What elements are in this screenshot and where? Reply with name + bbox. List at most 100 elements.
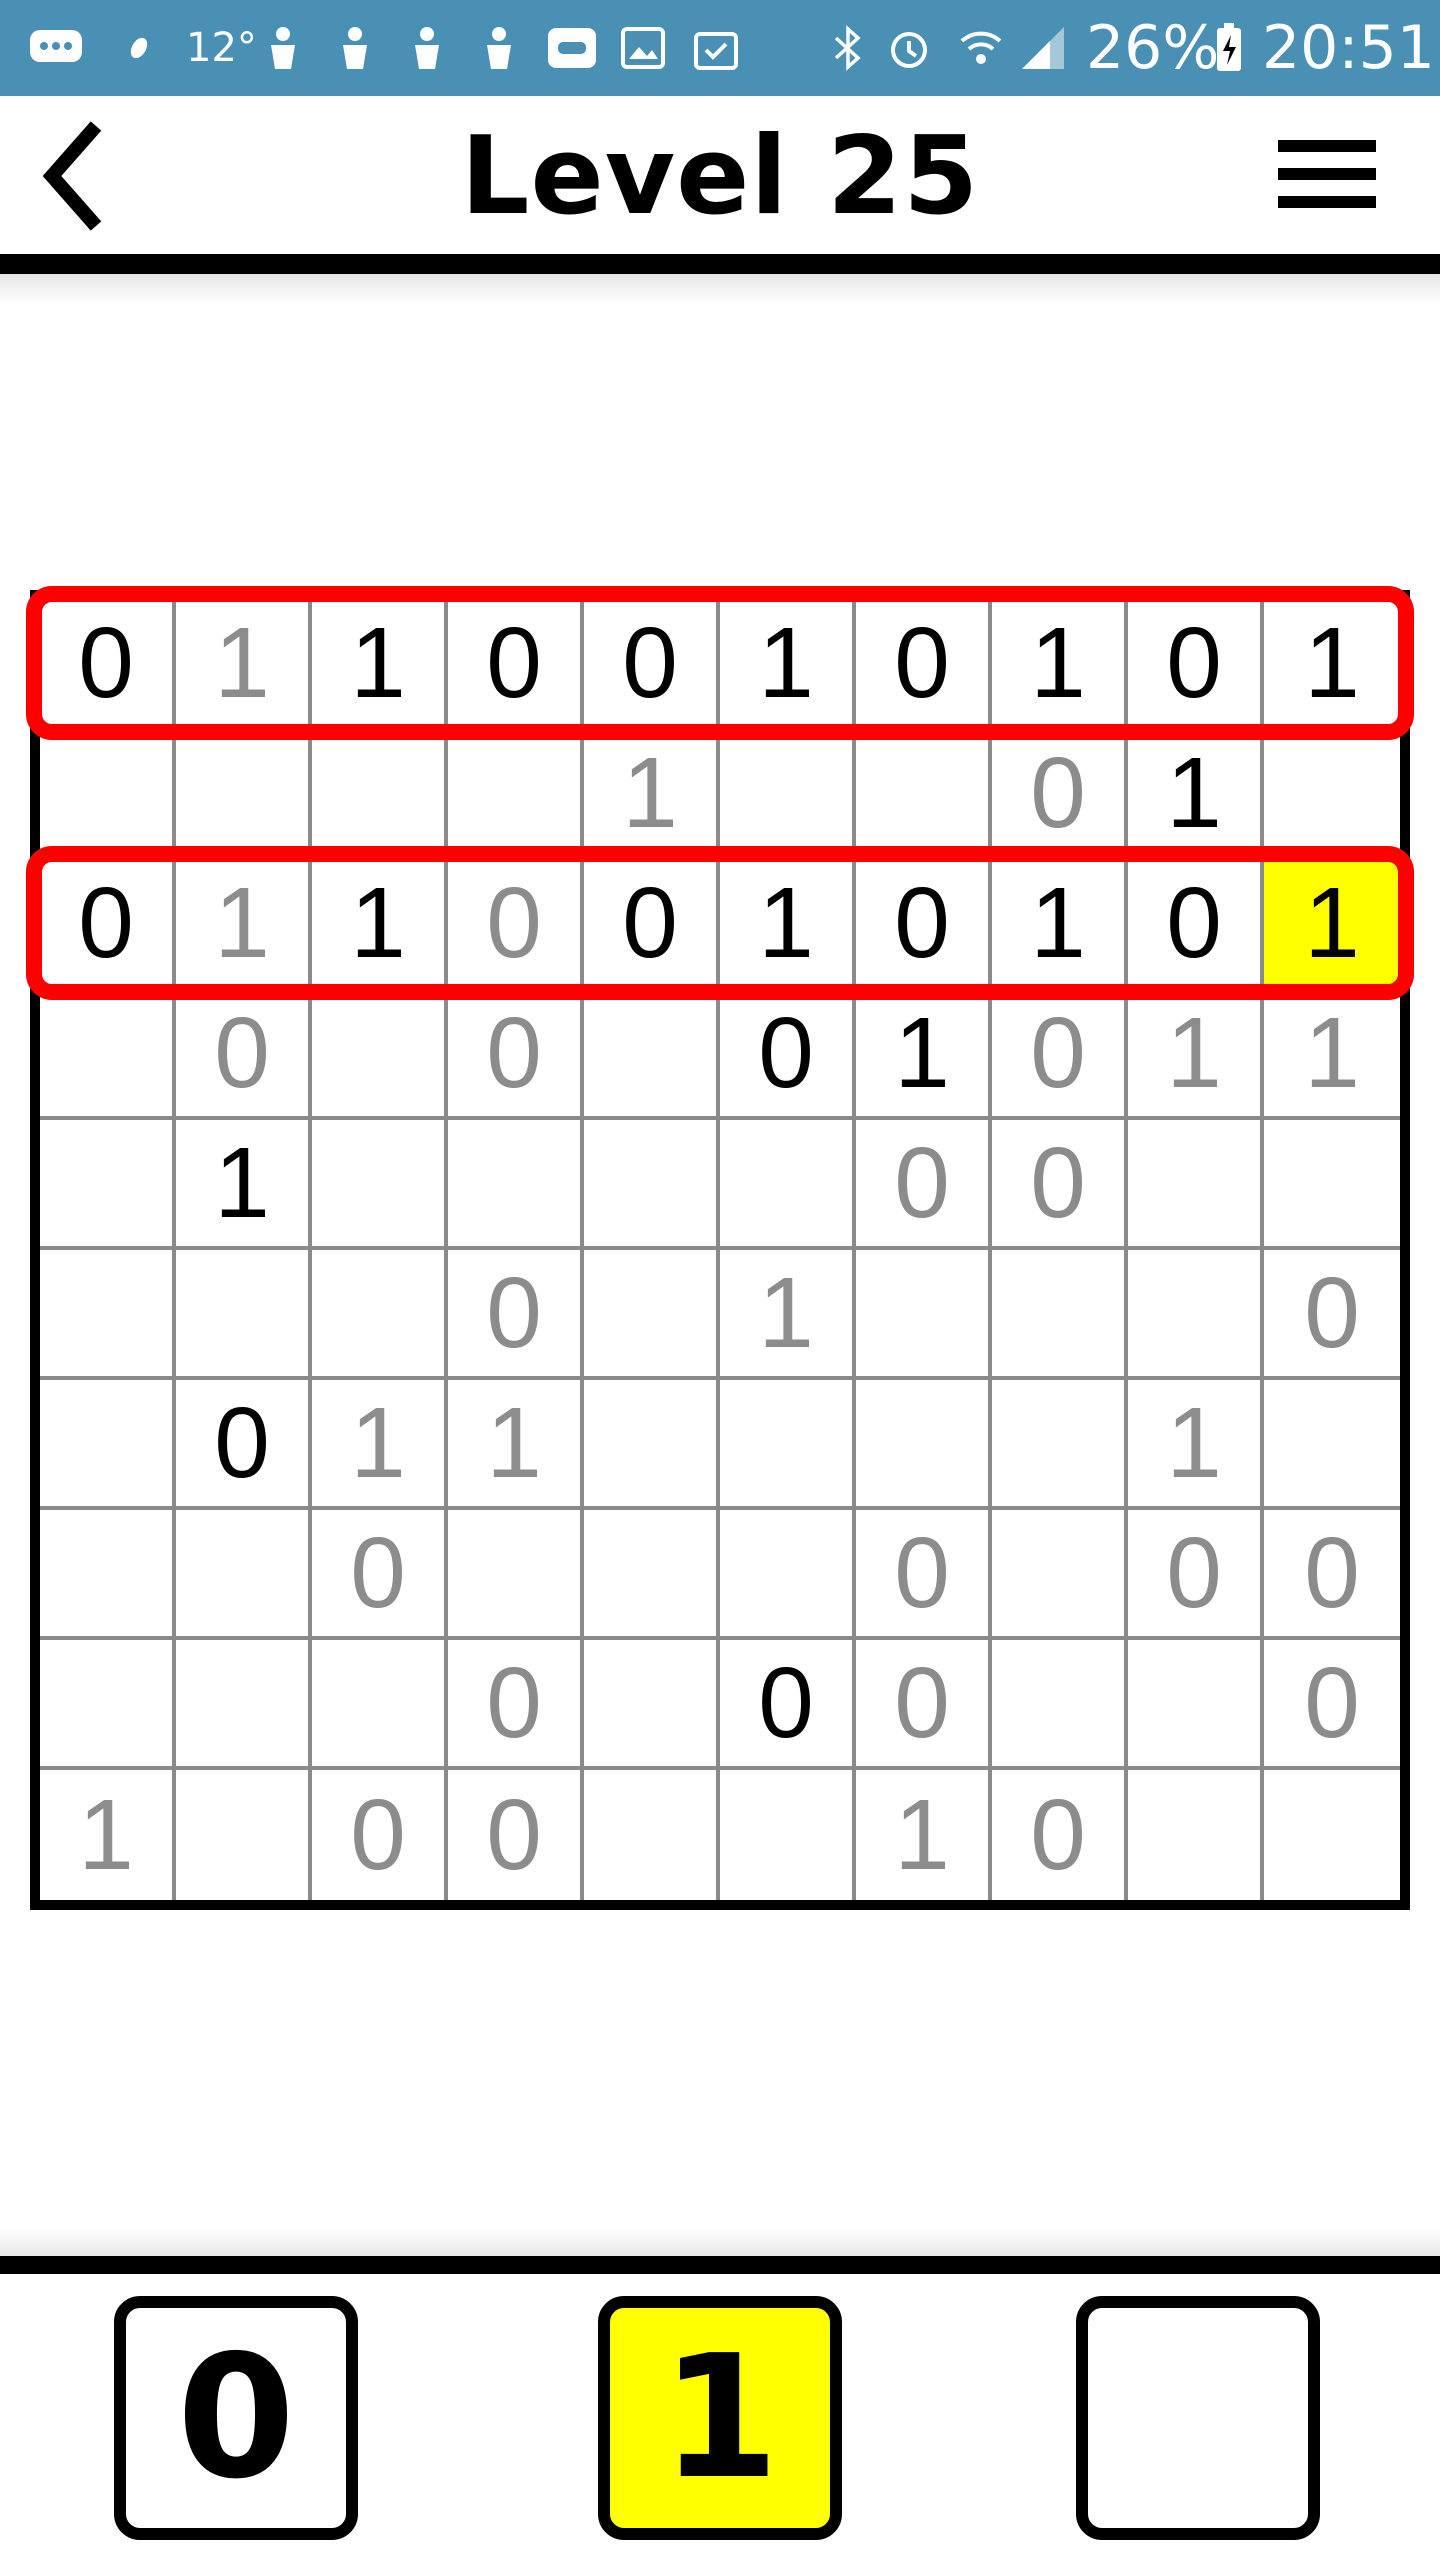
grid-cell[interactable]: 1 xyxy=(1128,1380,1264,1510)
grid-cell[interactable]: 0 xyxy=(1264,1250,1400,1380)
grid-cell[interactable] xyxy=(40,1380,176,1510)
grid-cell[interactable]: 1 xyxy=(856,990,992,1120)
grid-cell[interactable]: 0 xyxy=(448,1770,584,1900)
grid-cell[interactable] xyxy=(1128,1640,1264,1770)
menu-button[interactable] xyxy=(1270,130,1390,220)
grid-cell[interactable]: 1 xyxy=(312,860,448,990)
grid-cell[interactable] xyxy=(992,1510,1128,1640)
grid-cell[interactable] xyxy=(40,1640,176,1770)
grid-cell[interactable]: 1 xyxy=(856,1770,992,1900)
grid-cell[interactable] xyxy=(1128,1120,1264,1250)
grid-cell[interactable]: 0 xyxy=(1128,600,1264,730)
grid-cell[interactable] xyxy=(176,1250,312,1380)
grid-cell[interactable]: 1 xyxy=(1264,990,1400,1120)
grid-cell[interactable] xyxy=(176,730,312,860)
grid-cell[interactable] xyxy=(992,1250,1128,1380)
grid-cell[interactable]: 1 xyxy=(720,600,856,730)
grid-cell[interactable] xyxy=(584,1770,720,1900)
grid-cell[interactable]: 0 xyxy=(992,1770,1128,1900)
grid-cell[interactable]: 0 xyxy=(176,1380,312,1510)
grid-cell[interactable] xyxy=(992,1380,1128,1510)
grid-cell[interactable]: 1 xyxy=(1128,990,1264,1120)
grid-cell[interactable]: 0 xyxy=(448,990,584,1120)
grid-cell[interactable]: 0 xyxy=(312,1510,448,1640)
grid-cell[interactable] xyxy=(584,990,720,1120)
clear-key-button[interactable] xyxy=(1076,2296,1320,2540)
grid-cell[interactable] xyxy=(856,730,992,860)
grid-cell[interactable] xyxy=(720,1380,856,1510)
grid-cell[interactable] xyxy=(1264,1770,1400,1900)
grid-cell[interactable] xyxy=(584,1250,720,1380)
grid-cell[interactable]: 0 xyxy=(1128,1510,1264,1640)
grid-cell[interactable] xyxy=(312,1640,448,1770)
grid-cell[interactable] xyxy=(448,730,584,860)
grid-cell[interactable]: 1 xyxy=(1128,730,1264,860)
grid-cell[interactable]: 0 xyxy=(40,860,176,990)
grid-cell[interactable] xyxy=(584,1640,720,1770)
grid-cell[interactable] xyxy=(720,1510,856,1640)
grid-cell[interactable]: 0 xyxy=(992,1120,1128,1250)
grid-cell[interactable]: 0 xyxy=(448,600,584,730)
key-0-button[interactable]: 0 xyxy=(114,2296,358,2540)
grid-cell[interactable] xyxy=(584,1120,720,1250)
grid-cell[interactable]: 1 xyxy=(448,1380,584,1510)
grid-cell[interactable]: 0 xyxy=(856,600,992,730)
grid-cell[interactable]: 0 xyxy=(584,860,720,990)
grid-cell[interactable]: 1 xyxy=(312,600,448,730)
grid-cell[interactable]: 0 xyxy=(1128,860,1264,990)
grid-cell[interactable] xyxy=(856,1250,992,1380)
grid-cell[interactable] xyxy=(1128,1250,1264,1380)
grid-cell[interactable] xyxy=(720,730,856,860)
grid-cell[interactable]: 1 xyxy=(992,600,1128,730)
grid-cell[interactable] xyxy=(176,1510,312,1640)
grid-cell[interactable] xyxy=(584,1510,720,1640)
grid-cell[interactable] xyxy=(312,990,448,1120)
grid-cell[interactable] xyxy=(312,1120,448,1250)
grid-cell[interactable] xyxy=(1264,1120,1400,1250)
grid-cell[interactable]: 1 xyxy=(720,1250,856,1380)
grid-cell[interactable]: 0 xyxy=(312,1770,448,1900)
grid-cell[interactable]: 0 xyxy=(856,1510,992,1640)
grid-cell[interactable]: 0 xyxy=(584,600,720,730)
grid-cell[interactable]: 1 xyxy=(176,1120,312,1250)
grid-cell[interactable] xyxy=(40,990,176,1120)
grid-cell[interactable]: 1 xyxy=(176,600,312,730)
grid-cell[interactable]: 0 xyxy=(1264,1510,1400,1640)
key-1-button[interactable]: 1 xyxy=(598,2296,842,2540)
grid-cell[interactable]: 1 xyxy=(40,1770,176,1900)
grid-cell[interactable] xyxy=(584,1380,720,1510)
grid-cell[interactable]: 0 xyxy=(992,730,1128,860)
grid-cell[interactable] xyxy=(720,1120,856,1250)
grid-cell[interactable]: 0 xyxy=(856,1120,992,1250)
grid-cell[interactable]: 0 xyxy=(176,990,312,1120)
grid-cell[interactable]: 1 xyxy=(1264,860,1400,990)
grid-cell[interactable]: 0 xyxy=(448,1250,584,1380)
grid-cell[interactable]: 0 xyxy=(448,860,584,990)
grid-cell[interactable] xyxy=(448,1510,584,1640)
grid-cell[interactable]: 0 xyxy=(720,990,856,1120)
grid-cell[interactable] xyxy=(176,1640,312,1770)
grid-cell[interactable]: 0 xyxy=(992,990,1128,1120)
grid-cell[interactable] xyxy=(1264,730,1400,860)
grid-cell[interactable]: 0 xyxy=(1264,1640,1400,1770)
grid-cell[interactable]: 1 xyxy=(720,860,856,990)
grid-cell[interactable] xyxy=(40,1120,176,1250)
grid-cell[interactable]: 1 xyxy=(584,730,720,860)
grid-cell[interactable] xyxy=(40,1250,176,1380)
grid-cell[interactable] xyxy=(312,1250,448,1380)
grid-cell[interactable] xyxy=(720,1770,856,1900)
grid-cell[interactable] xyxy=(1264,1380,1400,1510)
grid-cell[interactable] xyxy=(312,730,448,860)
grid-cell[interactable]: 0 xyxy=(40,600,176,730)
grid-cell[interactable]: 1 xyxy=(992,860,1128,990)
grid-cell[interactable]: 1 xyxy=(1264,600,1400,730)
grid-cell[interactable] xyxy=(1128,1770,1264,1900)
grid-cell[interactable]: 0 xyxy=(856,1640,992,1770)
grid-cell[interactable]: 0 xyxy=(448,1640,584,1770)
grid-cell[interactable] xyxy=(448,1120,584,1250)
grid-cell[interactable] xyxy=(176,1770,312,1900)
grid-cell[interactable]: 1 xyxy=(176,860,312,990)
grid-cell[interactable] xyxy=(40,730,176,860)
grid-cell[interactable]: 0 xyxy=(856,860,992,990)
grid-cell[interactable] xyxy=(856,1380,992,1510)
